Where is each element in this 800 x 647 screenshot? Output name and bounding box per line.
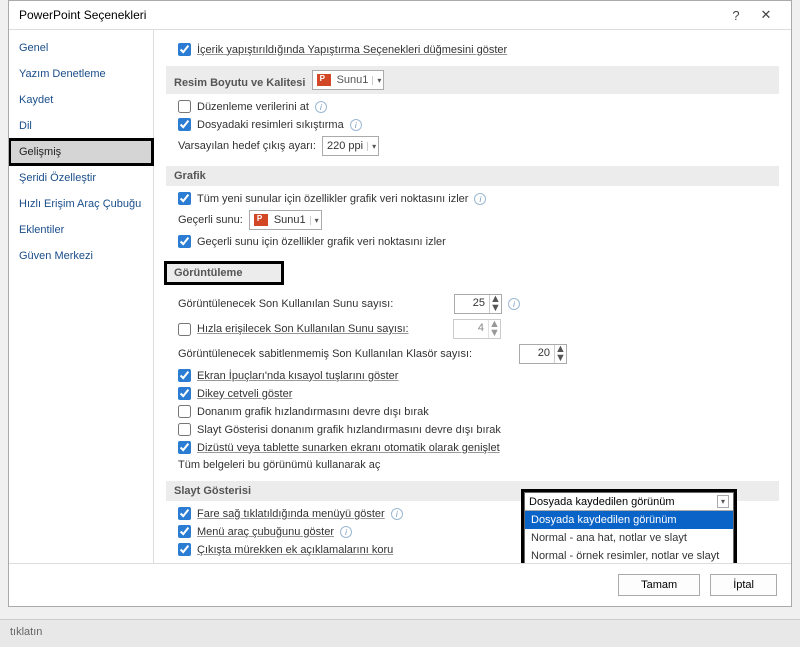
info-icon[interactable] — [350, 119, 362, 131]
info-icon[interactable] — [315, 101, 327, 113]
sidebar-item-quick-access[interactable]: Hızlı Erişim Araç Çubuğu — [9, 191, 153, 217]
chevron-down-icon: ▾ — [367, 142, 376, 151]
paste-options-checkbox[interactable] — [178, 43, 191, 56]
hw-accel-label: Donanım grafik hızlandırmasını devre dış… — [197, 406, 429, 418]
titlebar: PowerPoint Seçenekleri ? ✕ — [9, 1, 791, 30]
recent-pres-label: Görüntülenecek Son Kullanılan Sunu sayıs… — [178, 298, 448, 310]
spinner-arrows[interactable]: ▲▼ — [488, 320, 500, 338]
options-dialog: PowerPoint Seçenekleri ? ✕ Genel Yazım D… — [8, 0, 792, 607]
info-icon[interactable] — [340, 526, 352, 538]
close-button[interactable]: ✕ — [751, 7, 781, 23]
compress-label: Dosyadaki resimleri sıkıştırma — [197, 119, 344, 131]
shortcuts-label: Ekran İpuçları'nda kısayol tuşlarını gös… — [197, 370, 398, 382]
discard-edit-label: Düzenleme verilerini at — [197, 101, 309, 113]
sidebar-item-save[interactable]: Kaydet — [9, 87, 153, 113]
chart-current-check-label: Geçerli sunu için özellikler grafik veri… — [197, 236, 446, 248]
image-presentation-combo[interactable]: Sunu1 ▾ — [312, 70, 385, 90]
recent-folders-label: Görüntülenecek sabitlenmemiş Son Kullanı… — [178, 348, 513, 360]
compress-checkbox[interactable] — [178, 118, 191, 131]
cancel-button[interactable]: İptal — [710, 574, 777, 596]
spinner-arrows[interactable]: ▲▼ — [554, 345, 566, 363]
powerpoint-icon — [254, 214, 268, 226]
section-chart: Grafik — [166, 166, 779, 186]
dropdown-selected[interactable]: Dosyada kaydedilen görünüm ▾ — [525, 493, 733, 511]
dialog-body: Genel Yazım Denetleme Kaydet Dil Gelişmi… — [9, 30, 791, 563]
vertical-ruler-label: Dikey cetveli göster — [197, 388, 292, 400]
help-button[interactable]: ? — [721, 8, 751, 23]
info-icon[interactable] — [508, 298, 520, 310]
status-text: tıklatın — [10, 626, 42, 638]
recent-folders-spinner[interactable]: 20 ▲▼ — [519, 344, 567, 364]
sidebar-item-trust-center[interactable]: Güven Merkezi — [9, 243, 153, 269]
sidebar-item-advanced[interactable]: Gelişmiş — [9, 139, 153, 165]
quick-access-label: Hızla erişilecek Son Kullanılan Sunu say… — [197, 323, 447, 335]
right-click-menu-checkbox[interactable] — [178, 507, 191, 520]
quick-access-spinner[interactable]: 4 ▲▼ — [453, 319, 501, 339]
right-click-menu-label: Fare sağ tıklatıldığında menüyü göster — [197, 508, 385, 520]
powerpoint-icon — [317, 74, 331, 86]
section-display: Görüntüleme — [166, 263, 282, 283]
sidebar-item-language[interactable]: Dil — [9, 113, 153, 139]
open-view-dropdown[interactable]: Dosyada kaydedilen görünüm ▾ Dosyada kay… — [524, 492, 734, 563]
open-view-label: Tüm belgeleri bu görünümü kullanarak aç — [178, 459, 380, 471]
dialog-footer: Tamam İptal — [9, 563, 791, 606]
chart-all-new-label: Tüm yeni sunular için özellikler grafik … — [197, 193, 468, 205]
vertical-ruler-checkbox[interactable] — [178, 387, 191, 400]
dropdown-option[interactable]: Normal - ana hat, notlar ve slayt — [525, 529, 733, 547]
quick-access-checkbox[interactable] — [178, 323, 191, 336]
dropdown-option[interactable]: Normal - örnek resimler, notlar ve slayt — [525, 547, 733, 563]
slideshow-hw-checkbox[interactable] — [178, 423, 191, 436]
info-icon[interactable] — [391, 508, 403, 520]
chart-all-new-checkbox[interactable] — [178, 192, 191, 205]
paste-options-label: İçerik yapıştırıldığında Yapıştırma Seçe… — [197, 44, 507, 56]
ok-button[interactable]: Tamam — [618, 574, 700, 596]
chevron-down-icon: ▾ — [310, 216, 319, 225]
auto-extend-checkbox[interactable] — [178, 441, 191, 454]
show-toolbar-checkbox[interactable] — [178, 525, 191, 538]
keep-ink-checkbox[interactable] — [178, 543, 191, 556]
sidebar-item-proofing[interactable]: Yazım Denetleme — [9, 61, 153, 87]
default-res-combo[interactable]: 220 ppi ▾ — [322, 136, 379, 156]
dropdown-option[interactable]: Dosyada kaydedilen görünüm — [525, 511, 733, 529]
status-bar: tıklatın — [0, 619, 800, 647]
hw-accel-checkbox[interactable] — [178, 405, 191, 418]
show-toolbar-label: Menü araç çubuğunu göster — [197, 526, 334, 538]
info-icon[interactable] — [474, 193, 486, 205]
auto-extend-label: Dizüstü veya tablette sunarken ekranı ot… — [197, 442, 500, 454]
shortcuts-checkbox[interactable] — [178, 369, 191, 382]
default-res-label: Varsayılan hedef çıkış ayarı: — [178, 140, 316, 152]
content-pane: İçerik yapıştırıldığında Yapıştırma Seçe… — [154, 30, 791, 563]
sidebar-item-general[interactable]: Genel — [9, 35, 153, 61]
keep-ink-label: Çıkışta mürekken ek açıklamalarını koru — [197, 544, 393, 556]
chart-current-label: Geçerli sunu: — [178, 214, 243, 226]
sidebar-item-addins[interactable]: Eklentiler — [9, 217, 153, 243]
recent-pres-spinner[interactable]: 25 ▲▼ — [454, 294, 502, 314]
chart-current-checkbox[interactable] — [178, 235, 191, 248]
chevron-down-icon: ▾ — [717, 495, 729, 508]
category-sidebar: Genel Yazım Denetleme Kaydet Dil Gelişmi… — [9, 30, 154, 563]
spinner-arrows[interactable]: ▲▼ — [489, 295, 501, 313]
sidebar-item-customize-ribbon[interactable]: Şeridi Özelleştir — [9, 165, 153, 191]
slideshow-hw-label: Slayt Gösterisi donanım grafik hızlandır… — [197, 424, 501, 436]
chevron-down-icon: ▾ — [372, 76, 381, 85]
discard-edit-checkbox[interactable] — [178, 100, 191, 113]
dialog-title: PowerPoint Seçenekleri — [19, 8, 721, 22]
chart-presentation-combo[interactable]: Sunu1 ▾ — [249, 210, 322, 230]
section-image-size: Resim Boyutu ve Kalitesi Sunu1 ▾ — [166, 66, 779, 94]
